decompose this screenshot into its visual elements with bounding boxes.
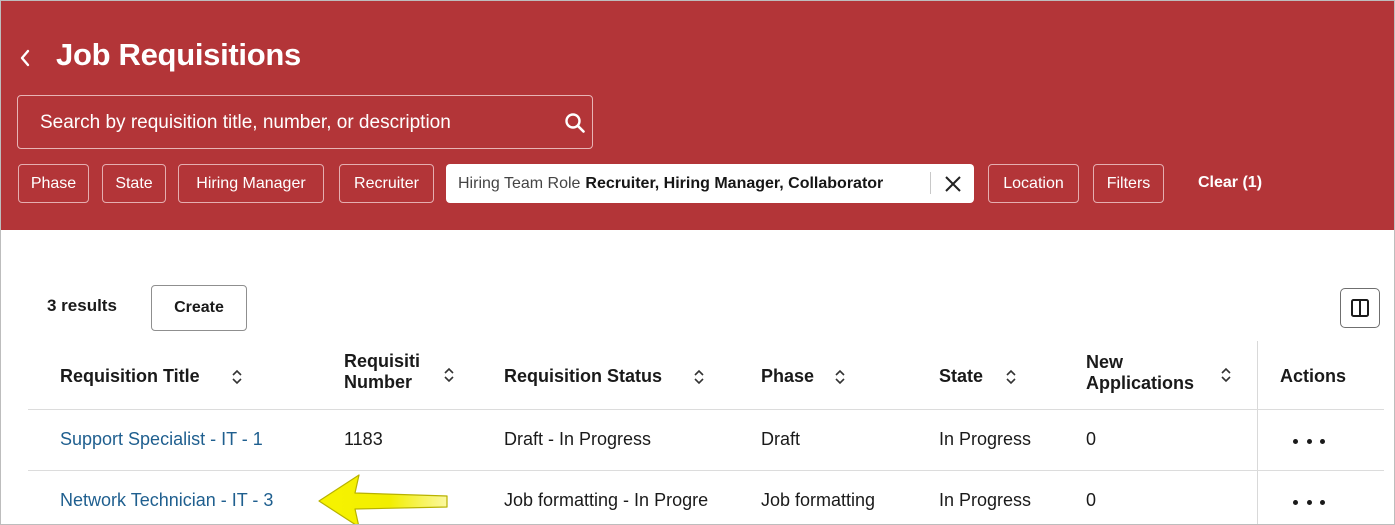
close-icon[interactable] <box>942 173 964 195</box>
column-divider <box>1257 341 1258 524</box>
search-box[interactable] <box>17 95 593 150</box>
new-applications-count: 0 <box>1086 429 1097 449</box>
page-header: Job Requisitions Phase State Hiring Mana… <box>1 1 1394 230</box>
sort-icon[interactable] <box>231 369 243 385</box>
requisition-title-link[interactable]: Network Technician - IT - 3 <box>60 490 273 511</box>
row-actions-more-icon[interactable] <box>1293 497 1325 507</box>
active-filter-label: Hiring Team Role <box>458 174 581 192</box>
column-header-number-line1: Requisiti <box>344 351 421 371</box>
row-actions-more-icon[interactable] <box>1293 436 1325 446</box>
active-filter-value: Recruiter, Hiring Manager, Collaborator <box>585 174 884 192</box>
requisition-status: Job formatting - In Progre <box>504 490 709 510</box>
column-layout-icon <box>1351 299 1369 317</box>
new-applications-count: 0 <box>1086 490 1097 510</box>
chip-divider <box>930 172 931 194</box>
filter-chip-hiring-team-role[interactable]: Hiring Team Role Recruiter, Hiring Manag… <box>446 164 974 203</box>
row-divider <box>28 470 1384 471</box>
filter-chip-recruiter[interactable]: Recruiter <box>339 164 434 203</box>
create-button[interactable]: Create <box>151 285 247 331</box>
sort-icon[interactable] <box>1005 369 1017 385</box>
column-header-number[interactable]: Requisiti Number <box>344 351 420 393</box>
filter-chip-state[interactable]: State <box>102 164 166 203</box>
requisition-number: 1183 <box>344 429 383 449</box>
sort-icon[interactable] <box>1220 367 1232 383</box>
header-divider <box>28 409 1384 410</box>
clear-filters-link[interactable]: Clear (1) <box>1198 174 1262 192</box>
filter-chip-phase[interactable]: Phase <box>18 164 89 203</box>
search-input[interactable] <box>38 96 542 150</box>
column-header-state[interactable]: State <box>939 366 983 387</box>
requisition-phase: Job formatting <box>761 490 876 510</box>
requisition-status: Draft - In Progress <box>504 429 652 449</box>
columns-button[interactable] <box>1340 288 1380 328</box>
page-title: Job Requisitions <box>56 37 301 72</box>
sort-icon[interactable] <box>693 369 705 385</box>
sort-icon[interactable] <box>443 367 455 383</box>
requisition-title-link[interactable]: Support Specialist - IT - 1 <box>60 429 263 450</box>
back-button[interactable] <box>15 43 35 73</box>
column-header-new-applications-line1: New <box>1086 352 1124 372</box>
sort-icon[interactable] <box>834 369 846 385</box>
column-header-title[interactable]: Requisition Title <box>60 366 200 387</box>
column-header-status[interactable]: Requisition Status <box>504 366 662 387</box>
requisition-phase: Draft <box>761 429 801 449</box>
column-header-new-applications[interactable]: New Applications <box>1086 352 1194 394</box>
app-frame: Job Requisitions Phase State Hiring Mana… <box>0 0 1395 525</box>
column-header-number-line2: Number <box>344 372 413 392</box>
yellow-pointer-arrow-icon <box>318 474 448 524</box>
column-header-new-applications-line2: Applications <box>1086 373 1195 393</box>
column-header-actions: Actions <box>1280 366 1347 386</box>
search-icon[interactable] <box>563 111 587 135</box>
filter-chip-filters[interactable]: Filters <box>1093 164 1164 203</box>
requisition-state: In Progress <box>939 490 1032 510</box>
filter-chip-location[interactable]: Location <box>988 164 1079 203</box>
chevron-left-icon <box>20 49 30 67</box>
filter-chip-hiring-manager[interactable]: Hiring Manager <box>178 164 324 203</box>
column-header-phase[interactable]: Phase <box>761 366 814 387</box>
requisition-state: In Progress <box>939 429 1032 449</box>
results-count: 3 results <box>47 296 117 315</box>
